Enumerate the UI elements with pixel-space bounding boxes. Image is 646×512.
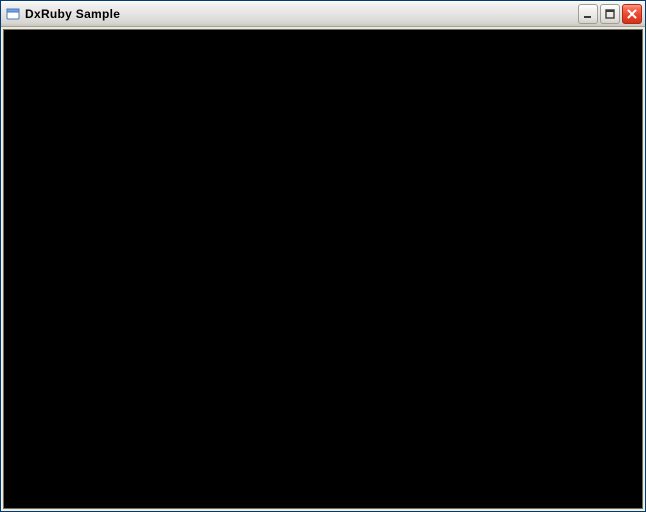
close-button[interactable] — [622, 4, 642, 24]
close-icon — [627, 9, 637, 19]
minimize-button[interactable] — [578, 4, 598, 24]
window-controls — [578, 4, 642, 24]
app-window: DxRuby Sample — [0, 0, 646, 512]
client-area — [3, 29, 643, 509]
window-icon — [5, 6, 21, 22]
titlebar[interactable]: DxRuby Sample — [1, 1, 645, 27]
window-title: DxRuby Sample — [25, 7, 578, 21]
minimize-icon — [583, 9, 593, 19]
maximize-icon — [605, 9, 615, 19]
maximize-button[interactable] — [600, 4, 620, 24]
